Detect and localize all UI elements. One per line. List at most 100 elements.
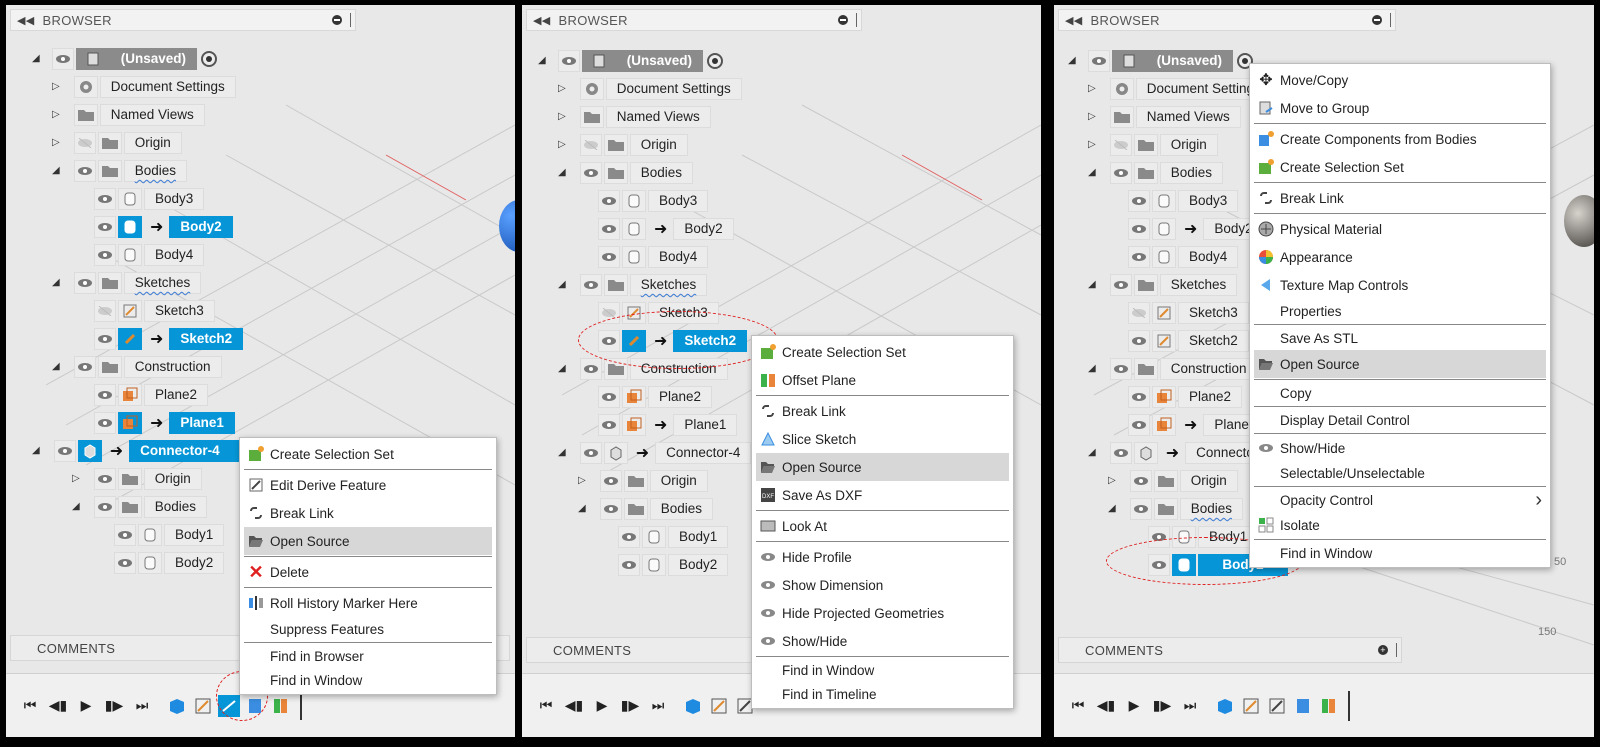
- eye-hidden-icon[interactable]: [1128, 301, 1150, 324]
- skip-end-icon[interactable]: ⏭: [128, 692, 156, 720]
- collapse-icon[interactable]: ◀◀: [17, 14, 35, 27]
- eye-icon[interactable]: [94, 411, 116, 434]
- collapsed-icon[interactable]: ▷: [1088, 139, 1096, 150]
- tree-root[interactable]: ◢ (Unsaved): [32, 47, 217, 70]
- skip-start-icon[interactable]: ⏮: [532, 692, 560, 720]
- menu-look-at[interactable]: Look At: [756, 512, 1009, 540]
- doc-settings-node[interactable]: ▷ Document Settings: [52, 75, 236, 98]
- eye-icon[interactable]: [51, 47, 74, 70]
- eye-icon[interactable]: [599, 497, 622, 520]
- history-marker[interactable]: [300, 691, 302, 720]
- skip-start-icon[interactable]: ⏮: [1064, 692, 1092, 720]
- play-icon[interactable]: ▶: [72, 692, 100, 720]
- component-feature-icon[interactable]: [166, 695, 188, 717]
- menu-break-link[interactable]: Break Link: [756, 397, 1009, 425]
- menu-find-in-window[interactable]: Find in Window: [244, 668, 492, 692]
- body3-node[interactable]: Body3: [598, 189, 709, 212]
- activate-radio[interactable]: [706, 52, 723, 69]
- step-back-icon[interactable]: ◀▮: [560, 692, 588, 720]
- body-feature-icon[interactable]: [1292, 695, 1314, 717]
- eye-icon[interactable]: [598, 217, 620, 240]
- bodies-node[interactable]: ◢ Bodies: [52, 159, 187, 182]
- body1-node[interactable]: Body1: [618, 525, 729, 548]
- skip-end-icon[interactable]: ⏭: [644, 692, 672, 720]
- plane1-node[interactable]: ➜ Plane1: [598, 413, 738, 436]
- expanded-icon[interactable]: ◢: [1088, 363, 1096, 374]
- menu-show-hide[interactable]: Show/Hide: [756, 627, 1009, 655]
- sketch3-node[interactable]: Sketch3: [1128, 301, 1249, 324]
- menu-open-source[interactable]: Open Source: [244, 527, 492, 555]
- body2-node[interactable]: ➜ Body2: [94, 215, 233, 238]
- plane2-node[interactable]: Plane2: [1128, 385, 1243, 408]
- menu-isolate[interactable]: Isolate: [1254, 512, 1546, 538]
- menu-show-dimension[interactable]: Show Dimension: [756, 571, 1009, 599]
- eye-icon[interactable]: [94, 383, 116, 406]
- named-views-node[interactable]: ▷ Named Views: [558, 105, 711, 128]
- bodies-node[interactable]: ◢ Bodies: [558, 161, 693, 184]
- comments-header[interactable]: COMMENTS: [526, 637, 766, 663]
- eye-icon[interactable]: [73, 271, 96, 294]
- sketch-feature-icon[interactable]: [708, 695, 730, 717]
- conn-body2-node[interactable]: Body2: [114, 551, 225, 574]
- eye-icon[interactable]: [1128, 329, 1150, 352]
- plane1-node[interactable]: ➜ Plane1: [1128, 413, 1268, 436]
- sketch2-node[interactable]: ➜ Sketch2: [94, 327, 244, 350]
- collapsed-icon[interactable]: ▷: [52, 109, 60, 120]
- body4-node[interactable]: Body4: [598, 245, 709, 268]
- history-marker[interactable]: [1348, 690, 1350, 721]
- collapse-icon[interactable]: ◀◀: [1065, 14, 1083, 27]
- activate-radio[interactable]: [200, 50, 217, 67]
- eye-icon[interactable]: [598, 413, 620, 436]
- menu-find-in-window[interactable]: Find in Window: [1254, 541, 1546, 565]
- doc-settings-node[interactable]: ▷ Document Settings: [1088, 77, 1272, 100]
- conn-origin-node[interactable]: ▷ Origin: [1108, 469, 1238, 492]
- expanded-icon[interactable]: ◢: [52, 277, 60, 288]
- menu-move-to-group[interactable]: Move to Group: [1254, 94, 1546, 122]
- menu-edit-derive-feature[interactable]: Edit Derive Feature: [244, 471, 492, 499]
- plane2-node[interactable]: Plane2: [598, 385, 713, 408]
- eye-icon[interactable]: [599, 469, 622, 492]
- conn-origin-node[interactable]: ▷ Origin: [72, 467, 202, 490]
- sketches-node[interactable]: ◢ Sketches: [558, 273, 708, 296]
- sketch-feature-icon[interactable]: [192, 695, 214, 717]
- connector-node[interactable]: ◢ ➜ Connector-4: [32, 439, 256, 462]
- resize-handle[interactable]: [1396, 643, 1397, 657]
- eye-icon[interactable]: [557, 49, 580, 72]
- collapsed-icon[interactable]: ▷: [1088, 111, 1096, 122]
- expanded-icon[interactable]: ◢: [52, 361, 60, 372]
- conn-origin-node[interactable]: ▷ Origin: [578, 469, 708, 492]
- skip-start-icon[interactable]: ⏮: [16, 692, 44, 720]
- eye-icon[interactable]: [618, 525, 640, 548]
- menu-open-source[interactable]: Open Source: [1254, 350, 1546, 378]
- eye-hidden-icon[interactable]: [73, 131, 96, 154]
- step-forward-icon[interactable]: ▮▶: [616, 692, 644, 720]
- expanded-icon[interactable]: ◢: [1088, 279, 1096, 290]
- named-views-node[interactable]: ▷ Named Views: [1088, 105, 1241, 128]
- collapsed-icon[interactable]: ▷: [72, 473, 80, 484]
- collapsed-icon[interactable]: ▷: [52, 137, 60, 148]
- expanded-icon[interactable]: ◢: [52, 165, 60, 176]
- comments-header[interactable]: COMMENTS +: [1058, 637, 1402, 663]
- menu-appearance[interactable]: Appearance: [1254, 243, 1546, 271]
- step-forward-icon[interactable]: ▮▶: [1148, 692, 1176, 720]
- menu-suppress-features[interactable]: Suppress Features: [244, 617, 492, 641]
- conn-bodies-node[interactable]: ◢ Bodies: [1108, 497, 1243, 520]
- sketch3-node[interactable]: Sketch3: [94, 299, 215, 322]
- body2-node[interactable]: ➜ Body2: [598, 217, 734, 240]
- menu-find-in-browser[interactable]: Find in Browser: [244, 644, 492, 668]
- expanded-icon[interactable]: ◢: [558, 447, 566, 458]
- skip-end-icon[interactable]: ⏭: [1176, 692, 1204, 720]
- menu-opacity-control[interactable]: Opacity Control ›: [1254, 488, 1546, 512]
- menu-create-selection-set[interactable]: Create Selection Set: [244, 440, 492, 468]
- eye-hidden-icon[interactable]: [1109, 133, 1132, 156]
- expanded-icon[interactable]: ◢: [578, 503, 586, 514]
- add-comment-icon[interactable]: +: [1378, 645, 1388, 655]
- eye-icon[interactable]: [1087, 49, 1110, 72]
- eye-icon[interactable]: [1128, 245, 1150, 268]
- eye-icon[interactable]: [73, 159, 96, 182]
- menu-open-source[interactable]: Open Source: [756, 453, 1009, 481]
- step-back-icon[interactable]: ◀▮: [44, 692, 72, 720]
- resize-handle[interactable]: [856, 13, 857, 27]
- expanded-icon[interactable]: ◢: [1108, 503, 1116, 514]
- expanded-icon[interactable]: ◢: [538, 55, 546, 66]
